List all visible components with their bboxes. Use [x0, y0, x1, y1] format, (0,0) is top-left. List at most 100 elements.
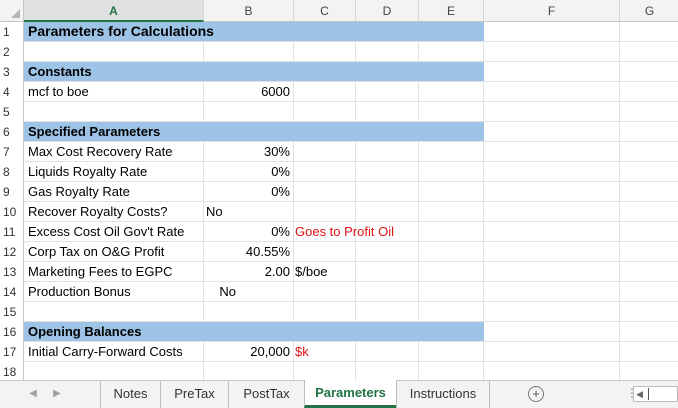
grid-cell[interactable]: [484, 362, 620, 380]
grid-cell[interactable]: [484, 142, 620, 162]
column-header-f[interactable]: F: [484, 0, 620, 22]
tab-parameters[interactable]: Parameters: [304, 380, 396, 408]
grid-cell[interactable]: [484, 262, 620, 282]
row-number[interactable]: 10: [0, 202, 24, 222]
grid-cell[interactable]: [294, 202, 356, 222]
row-number[interactable]: 5: [0, 102, 24, 122]
grid-cell[interactable]: [484, 342, 620, 362]
grid-cell[interactable]: [484, 22, 620, 42]
grid-cell[interactable]: [294, 242, 356, 262]
grid-cell[interactable]: [484, 62, 620, 82]
horizontal-scrollbar[interactable]: ◀: [633, 386, 678, 402]
column-header-e[interactable]: E: [419, 0, 484, 22]
grid-cell[interactable]: [356, 282, 419, 302]
grid-cell[interactable]: [620, 262, 678, 282]
grid-cell[interactable]: [356, 362, 419, 380]
row-number[interactable]: 14: [0, 282, 24, 302]
grid-cell[interactable]: [419, 222, 484, 242]
row-number[interactable]: 11: [0, 222, 24, 242]
grid-cell[interactable]: [419, 302, 484, 322]
grid-cell[interactable]: [356, 182, 419, 202]
row-number[interactable]: 3: [0, 62, 24, 82]
grid-cell[interactable]: [419, 142, 484, 162]
row-number[interactable]: 8: [0, 162, 24, 182]
grid-cell[interactable]: [356, 142, 419, 162]
grid-cell[interactable]: [356, 42, 419, 62]
grid-cell[interactable]: [419, 262, 484, 282]
tab-posttax[interactable]: PostTax: [228, 381, 304, 408]
grid-cell[interactable]: [419, 282, 484, 302]
row-number[interactable]: 13: [0, 262, 24, 282]
grid-cell[interactable]: [620, 182, 678, 202]
grid-cell[interactable]: [294, 82, 356, 102]
column-header-d[interactable]: D: [356, 0, 419, 22]
grid-cell[interactable]: [620, 222, 678, 242]
grid-cell[interactable]: [294, 182, 356, 202]
row-number[interactable]: 9: [0, 182, 24, 202]
grid-cell[interactable]: [484, 182, 620, 202]
scroll-thumb[interactable]: [648, 388, 649, 400]
grid-cell[interactable]: [204, 302, 294, 322]
grid-cell[interactable]: [484, 42, 620, 62]
grid-cell[interactable]: [24, 362, 204, 380]
grid-cell[interactable]: [294, 302, 356, 322]
grid-cell[interactable]: [620, 162, 678, 182]
grid-cell[interactable]: [419, 42, 484, 62]
grid-cell[interactable]: [484, 102, 620, 122]
row-number[interactable]: 7: [0, 142, 24, 162]
grid-cell[interactable]: [294, 362, 356, 380]
scroll-left-icon[interactable]: ◀: [636, 389, 643, 400]
grid-cell[interactable]: [294, 102, 356, 122]
grid-cell[interactable]: [356, 302, 419, 322]
grid-cell[interactable]: [419, 162, 484, 182]
tab-notes[interactable]: Notes: [100, 381, 160, 408]
grid-cell[interactable]: [484, 302, 620, 322]
grid-cell[interactable]: [356, 202, 419, 222]
grid-cell[interactable]: [419, 82, 484, 102]
grid-cell[interactable]: [419, 202, 484, 222]
grid-cell[interactable]: [620, 82, 678, 102]
column-header-a[interactable]: A: [24, 0, 204, 22]
grid-cell[interactable]: [419, 342, 484, 362]
grid-cell[interactable]: [620, 122, 678, 142]
grid-cell[interactable]: [24, 302, 204, 322]
grid-cell[interactable]: [620, 242, 678, 262]
grid-cell[interactable]: [356, 102, 419, 122]
grid-cell[interactable]: [620, 62, 678, 82]
column-header-g[interactable]: G: [620, 0, 678, 22]
row-number[interactable]: 16: [0, 322, 24, 342]
grid-cell[interactable]: [620, 142, 678, 162]
grid-cell[interactable]: [24, 102, 204, 122]
column-header-c[interactable]: C: [294, 0, 356, 22]
grid-cell[interactable]: [620, 102, 678, 122]
grid-cell[interactable]: [620, 302, 678, 322]
column-header-b[interactable]: B: [204, 0, 294, 22]
grid-cell[interactable]: [294, 42, 356, 62]
grid-cell[interactable]: [620, 202, 678, 222]
row-number[interactable]: 18: [0, 362, 24, 380]
grid-cell[interactable]: [620, 322, 678, 342]
grid-cell[interactable]: [419, 102, 484, 122]
plus-circle-icon[interactable]: +: [528, 386, 544, 402]
grid-cell[interactable]: [356, 262, 419, 282]
grid-cell[interactable]: [419, 182, 484, 202]
chevron-right-icon[interactable]: ▶: [50, 387, 64, 401]
row-number[interactable]: 17: [0, 342, 24, 362]
grid-cell[interactable]: [484, 202, 620, 222]
chevron-left-icon[interactable]: ◀: [26, 387, 40, 401]
grid-cell[interactable]: [484, 82, 620, 102]
grid-cell[interactable]: [204, 102, 294, 122]
row-number[interactable]: 15: [0, 302, 24, 322]
grid-cell[interactable]: [620, 42, 678, 62]
row-number[interactable]: 4: [0, 82, 24, 102]
grid-cell[interactable]: [356, 82, 419, 102]
grid-cell[interactable]: [620, 22, 678, 42]
grid-cell[interactable]: [356, 242, 419, 262]
row-number[interactable]: 12: [0, 242, 24, 262]
grid-cell[interactable]: [484, 222, 620, 242]
select-all-corner[interactable]: [0, 0, 24, 22]
grid-cell[interactable]: [204, 42, 294, 62]
spreadsheet-grid[interactable]: A B C D E F G 1 Parameters for Calculatio…: [0, 0, 678, 380]
grid-cell[interactable]: [419, 242, 484, 262]
row-number[interactable]: 6: [0, 122, 24, 142]
